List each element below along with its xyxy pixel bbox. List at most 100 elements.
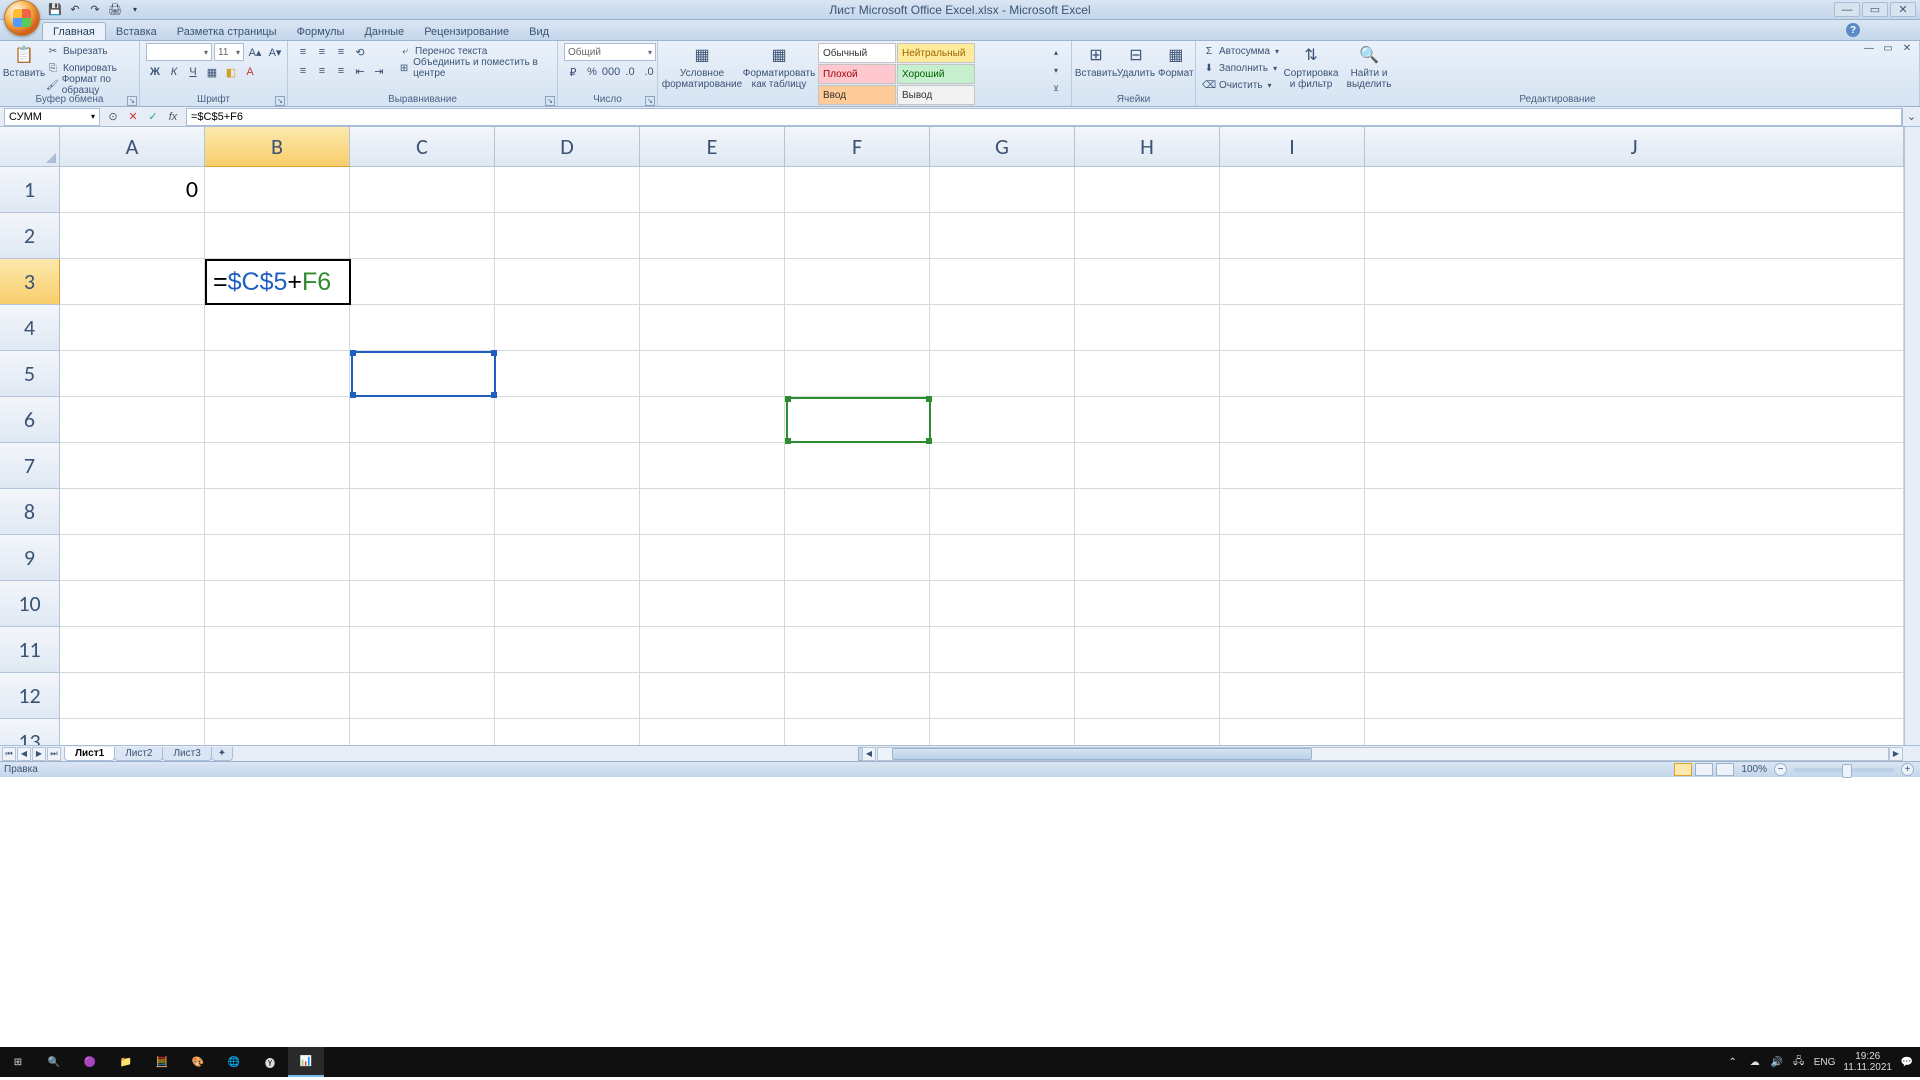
mdi-close-button[interactable]: ✕ [1898, 41, 1916, 55]
format-cells-button[interactable]: ▦Формат [1158, 43, 1194, 79]
cell-B9[interactable] [205, 535, 350, 581]
namebox-dropdown[interactable]: ⊙ [104, 109, 122, 125]
cell-F5[interactable] [785, 351, 930, 397]
cell-G9[interactable] [930, 535, 1075, 581]
cell-extra[interactable] [1365, 167, 1904, 213]
align-right-button[interactable]: ≡ [332, 62, 350, 80]
cell-A4[interactable] [60, 305, 205, 351]
cell-A10[interactable] [60, 581, 205, 627]
cell-C3[interactable] [350, 259, 495, 305]
cell-I3[interactable] [1220, 259, 1365, 305]
cell-I8[interactable] [1220, 489, 1365, 535]
mdi-minimize-button[interactable]: — [1860, 41, 1878, 55]
row-header-9[interactable]: 9 [0, 535, 60, 581]
sheet-tab-1[interactable]: Лист1 [64, 747, 115, 761]
cell-E11[interactable] [640, 627, 785, 673]
cell-A5[interactable] [60, 351, 205, 397]
qat-dropdown-icon[interactable]: ▾ [126, 2, 144, 18]
align-middle-button[interactable]: ≡ [313, 43, 331, 61]
close-button[interactable]: ✕ [1890, 2, 1916, 17]
cells-area[interactable]: 0 [60, 167, 1904, 745]
border-button[interactable]: ▦ [203, 63, 221, 81]
cell-H7[interactable] [1075, 443, 1220, 489]
paste-button[interactable]: 📋 Вставить [6, 43, 42, 79]
select-all-button[interactable] [0, 127, 60, 167]
cell-G11[interactable] [930, 627, 1075, 673]
number-format-combo[interactable]: Общий▾ [564, 43, 656, 61]
clear-button[interactable]: ⌫Очистить▾ [1202, 77, 1279, 93]
clipboard-launcher[interactable]: ↘ [127, 96, 137, 106]
sheet-tab-3[interactable]: Лист3 [162, 747, 211, 761]
cell-I10[interactable] [1220, 581, 1365, 627]
cell-F3[interactable] [785, 259, 930, 305]
cell-A6[interactable] [60, 397, 205, 443]
number-launcher[interactable]: ↘ [645, 96, 655, 106]
tab-data[interactable]: Данные [354, 23, 414, 40]
cell-C6[interactable] [350, 397, 495, 443]
cell-D7[interactable] [495, 443, 640, 489]
cell-G3[interactable] [930, 259, 1075, 305]
font-name-combo[interactable]: ▾ [146, 43, 212, 61]
tab-view[interactable]: Вид [519, 23, 559, 40]
cell-I11[interactable] [1220, 627, 1365, 673]
cell-extra[interactable] [1365, 397, 1904, 443]
cell-A9[interactable] [60, 535, 205, 581]
cell-B12[interactable] [205, 673, 350, 719]
cell-E2[interactable] [640, 213, 785, 259]
autosum-button[interactable]: ΣАвтосумма▾ [1202, 43, 1279, 59]
undo-icon[interactable]: ↶ [66, 2, 84, 18]
cell-F11[interactable] [785, 627, 930, 673]
font-size-combo[interactable]: 11▾ [214, 43, 244, 61]
cell-F8[interactable] [785, 489, 930, 535]
cell-C10[interactable] [350, 581, 495, 627]
orientation-button[interactable]: ⟲ [351, 43, 369, 61]
cell-F10[interactable] [785, 581, 930, 627]
cell-I5[interactable] [1220, 351, 1365, 397]
align-left-button[interactable]: ≡ [294, 62, 312, 80]
formula-input[interactable]: =$C$5+F6 [186, 108, 1902, 126]
task-app-1[interactable]: 🟣 [72, 1047, 108, 1077]
cell-G7[interactable] [930, 443, 1075, 489]
view-normal-button[interactable] [1674, 763, 1692, 776]
cell-B6[interactable] [205, 397, 350, 443]
decrease-decimal-button[interactable]: .0 [640, 63, 658, 81]
cell-H6[interactable] [1075, 397, 1220, 443]
col-header-j[interactable]: J [1365, 127, 1904, 167]
tray-chevron-icon[interactable]: ⌃ [1726, 1055, 1740, 1069]
cell-extra[interactable] [1365, 627, 1904, 673]
tray-language[interactable]: ENG [1814, 1057, 1836, 1068]
cell-G8[interactable] [930, 489, 1075, 535]
tab-pagelayout[interactable]: Разметка страницы [167, 23, 287, 40]
cell-F7[interactable] [785, 443, 930, 489]
style-neutral[interactable]: Нейтральный [897, 43, 975, 63]
cell-G6[interactable] [930, 397, 1075, 443]
cell-G1[interactable] [930, 167, 1075, 213]
active-cell-editor[interactable]: =$C$5+F6 [205, 259, 351, 305]
tab-insert[interactable]: Вставка [106, 23, 167, 40]
cell-E3[interactable] [640, 259, 785, 305]
fill-button[interactable]: ⬇Заполнить▾ [1202, 60, 1279, 76]
cell-C9[interactable] [350, 535, 495, 581]
underline-button[interactable]: Ч [184, 63, 202, 81]
cell-H3[interactable] [1075, 259, 1220, 305]
cell-E8[interactable] [640, 489, 785, 535]
cell-G4[interactable] [930, 305, 1075, 351]
sheet-nav-first[interactable]: ⏮ [2, 747, 16, 761]
cell-H10[interactable] [1075, 581, 1220, 627]
cell-D5[interactable] [495, 351, 640, 397]
help-icon[interactable]: ? [1846, 23, 1860, 37]
alignment-launcher[interactable]: ↘ [545, 96, 555, 106]
cell-D9[interactable] [495, 535, 640, 581]
cell-extra[interactable] [1365, 213, 1904, 259]
cell-I4[interactable] [1220, 305, 1365, 351]
cell-B10[interactable] [205, 581, 350, 627]
cancel-formula-button[interactable]: ✕ [124, 109, 142, 125]
style-bad[interactable]: Плохой [818, 64, 896, 84]
decrease-indent-button[interactable]: ⇤ [351, 62, 369, 80]
task-app-excel[interactable]: 📊 [288, 1047, 324, 1077]
zoom-in-button[interactable]: + [1901, 763, 1914, 776]
hscroll-left[interactable]: ◀ [862, 747, 876, 761]
cell-D8[interactable] [495, 489, 640, 535]
sheet-nav-next[interactable]: ▶ [32, 747, 46, 761]
format-painter-button[interactable]: 🖌Формат по образцу [46, 77, 133, 93]
